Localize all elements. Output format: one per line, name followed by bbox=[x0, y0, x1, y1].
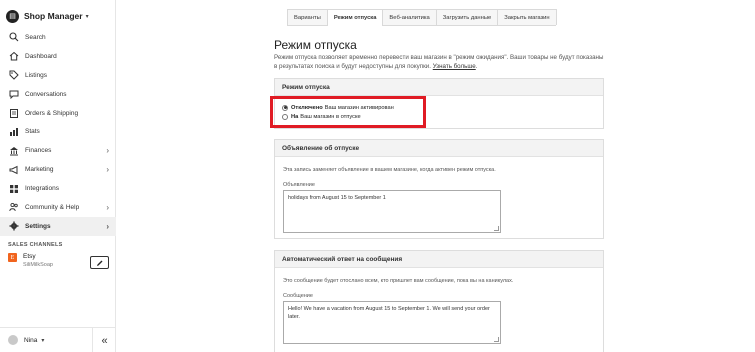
chevron-down-icon: ▾ bbox=[85, 13, 89, 20]
tab-upload-data[interactable]: Загрузить данные bbox=[435, 9, 499, 25]
sidebar-item-listings[interactable]: Listings bbox=[0, 66, 116, 85]
gear-icon bbox=[8, 221, 19, 232]
announcement-field-label: Объявление bbox=[283, 182, 315, 188]
auto-reply-field-label: Сообщение bbox=[283, 293, 313, 299]
description-period: . bbox=[475, 63, 478, 70]
sidebar-item-label: Listings bbox=[25, 71, 48, 79]
sidebar: ▤ Shop Manager ▾ Search Dashboard Listin… bbox=[0, 0, 116, 352]
bank-icon bbox=[8, 145, 19, 156]
sidebar-item-label: Orders & Shipping bbox=[25, 109, 79, 117]
panel-heading: Режим отпуска bbox=[275, 79, 603, 96]
announcement-panel: Объявление об отпуске Эта запись заменяе… bbox=[274, 139, 604, 239]
sidebar-nav: Search Dashboard Listings Conversations … bbox=[0, 28, 116, 236]
sidebar-item-finances[interactable]: Finances › bbox=[0, 141, 116, 160]
auto-reply-panel: Автоматический ответ на сообщения Это со… bbox=[274, 250, 604, 352]
sidebar-item-label: Settings bbox=[25, 222, 51, 230]
tab-vacation-mode[interactable]: Режим отпуска bbox=[326, 9, 384, 26]
auto-reply-textarea[interactable]: Hello! We have a vacation from August 15… bbox=[283, 301, 501, 344]
people-icon bbox=[8, 202, 19, 213]
tab-variants[interactable]: Варианты bbox=[287, 9, 328, 25]
sidebar-item-label: Dashboard bbox=[25, 52, 57, 60]
sidebar-item-community-help[interactable]: Community & Help › bbox=[0, 198, 116, 217]
channel-name: Etsy bbox=[23, 253, 36, 260]
chevron-right-icon: › bbox=[106, 165, 109, 175]
user-menu[interactable]: Nina ▾ bbox=[8, 335, 44, 345]
sidebar-item-settings[interactable]: Settings › bbox=[0, 216, 116, 236]
highlight-box bbox=[270, 96, 426, 128]
chevron-right-icon: › bbox=[106, 146, 109, 156]
clipboard-icon bbox=[8, 108, 19, 119]
sidebar-item-label: Conversations bbox=[25, 90, 67, 98]
sidebar-item-label: Integrations bbox=[25, 185, 59, 193]
chevron-right-icon: › bbox=[106, 202, 109, 212]
sidebar-item-search[interactable]: Search bbox=[0, 28, 116, 47]
chevron-right-icon: › bbox=[106, 221, 109, 231]
resize-handle-icon[interactable] bbox=[494, 226, 499, 231]
panel-heading: Автоматический ответ на сообщения bbox=[275, 251, 603, 268]
avatar bbox=[8, 335, 18, 345]
app-title: Shop Manager bbox=[24, 11, 83, 21]
shop-manager-menu[interactable]: ▤ Shop Manager ▾ bbox=[6, 8, 89, 24]
tab-web-analytics[interactable]: Веб-аналитика bbox=[382, 9, 437, 25]
double-chevron-left-icon: « bbox=[101, 334, 108, 347]
sales-channels-label: SALES CHANNELS bbox=[8, 242, 63, 248]
sidebar-footer: Nina ▾ « bbox=[0, 327, 116, 352]
bar-chart-icon bbox=[8, 126, 19, 137]
sidebar-item-stats[interactable]: Stats bbox=[0, 122, 116, 141]
chat-icon bbox=[8, 89, 19, 100]
edit-channel-button[interactable] bbox=[90, 256, 109, 269]
announcement-hint: Эта запись заменяет объявление в вашем м… bbox=[283, 167, 496, 173]
etsy-logo-icon: E bbox=[8, 253, 17, 262]
chevron-down-icon: ▾ bbox=[41, 337, 45, 344]
shop-name: SiliMilkSoap bbox=[23, 262, 53, 268]
announcement-textarea[interactable]: holidays from August 15 to September 1 bbox=[283, 190, 501, 233]
page-description: Режим отпуска позволяет временно перевес… bbox=[274, 53, 604, 71]
grid-icon bbox=[8, 183, 19, 194]
user-name: Nina bbox=[24, 336, 38, 344]
sidebar-item-label: Community & Help bbox=[25, 203, 80, 211]
sidebar-item-label: Stats bbox=[25, 128, 40, 136]
sidebar-item-conversations[interactable]: Conversations bbox=[0, 85, 116, 104]
sidebar-item-label: Finances bbox=[25, 147, 52, 155]
pencil-icon bbox=[96, 254, 104, 272]
sidebar-item-orders-shipping[interactable]: Orders & Shipping bbox=[0, 104, 116, 123]
page-title: Режим отпуска bbox=[274, 38, 357, 52]
auto-reply-hint: Это сообщение будет отослано всем, кто п… bbox=[283, 278, 514, 284]
sidebar-item-integrations[interactable]: Integrations bbox=[0, 179, 116, 198]
panel-heading: Объявление об отпуске bbox=[275, 140, 603, 157]
sidebar-item-marketing[interactable]: Marketing › bbox=[0, 160, 116, 179]
learn-more-link[interactable]: Узнать больше bbox=[433, 63, 476, 70]
auto-reply-value: Hello! We have a vacation from August 15… bbox=[288, 306, 490, 320]
megaphone-icon bbox=[8, 164, 19, 175]
sidebar-item-dashboard[interactable]: Dashboard bbox=[0, 47, 116, 66]
shop-logo-icon: ▤ bbox=[6, 9, 19, 23]
collapse-sidebar-button[interactable]: « bbox=[92, 328, 116, 352]
announcement-value: holidays from August 15 to September 1 bbox=[288, 195, 386, 201]
tab-close-shop[interactable]: Закрыть магазин bbox=[497, 9, 557, 25]
settings-tabs: Варианты Режим отпуска Веб-аналитика Заг… bbox=[287, 9, 557, 26]
search-icon bbox=[8, 32, 19, 43]
sidebar-item-label: Search bbox=[25, 33, 46, 41]
home-icon bbox=[8, 51, 19, 62]
sidebar-item-label: Marketing bbox=[25, 166, 54, 174]
resize-handle-icon[interactable] bbox=[494, 337, 499, 342]
sales-channel-etsy[interactable]: E Etsy SiliMilkSoap bbox=[8, 253, 53, 268]
tag-icon bbox=[8, 70, 19, 81]
